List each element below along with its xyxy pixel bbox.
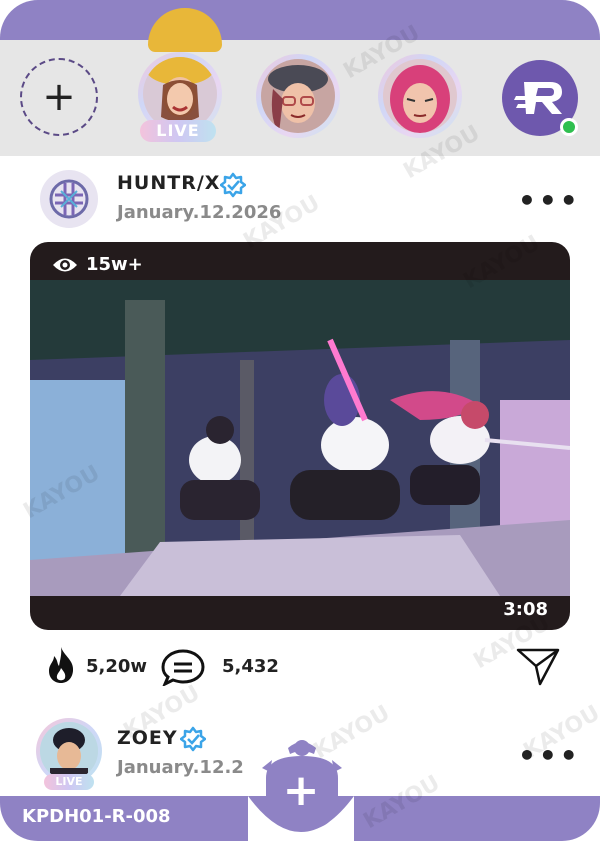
post-date: January.12.2 [117,757,244,778]
avatar [261,59,335,133]
live-badge: LIVE [140,120,216,142]
video-thumbnail [30,280,570,596]
avatar [40,722,98,780]
card-code: KPDH01-R-008 [22,806,171,827]
video-player[interactable]: 15w+ 3:08 [30,242,570,630]
huntrx-logo-avatar[interactable] [40,170,98,228]
more-options-icon[interactable]: ••• [518,742,581,770]
avatar [383,59,457,133]
view-count-label: 15w+ [86,254,143,275]
card: + LIVE HUNTR/X January.12.2026 ••• 15w+ … [0,0,600,841]
post-date: January.12.2026 [117,202,282,223]
plus-icon: + [42,74,76,120]
comment-count: 5,432 [222,656,279,677]
verified-badge-icon [220,172,246,198]
post-author-name[interactable]: HUNTR/X [117,172,220,194]
story-avatar-3[interactable] [378,54,462,138]
share-send-icon[interactable] [516,646,560,686]
like-count: 5,20w [86,656,148,677]
eye-icon [53,258,77,271]
live-badge: LIVE [44,774,94,790]
more-options-icon[interactable]: ••• [518,187,581,215]
add-story-button[interactable]: + [20,58,98,136]
story-avatar-2[interactable] [256,54,340,138]
verified-badge-icon [180,726,206,752]
video-duration: 3:08 [503,599,548,620]
top-bar [0,0,600,40]
post-author-name[interactable]: ZOEY [117,727,178,749]
video-frame[interactable] [30,280,570,596]
plus-icon: + [282,765,320,816]
view-count: 15w+ [52,254,143,275]
online-status-dot [560,118,578,136]
comment-icon[interactable] [160,648,206,686]
fire-icon[interactable] [46,646,76,684]
